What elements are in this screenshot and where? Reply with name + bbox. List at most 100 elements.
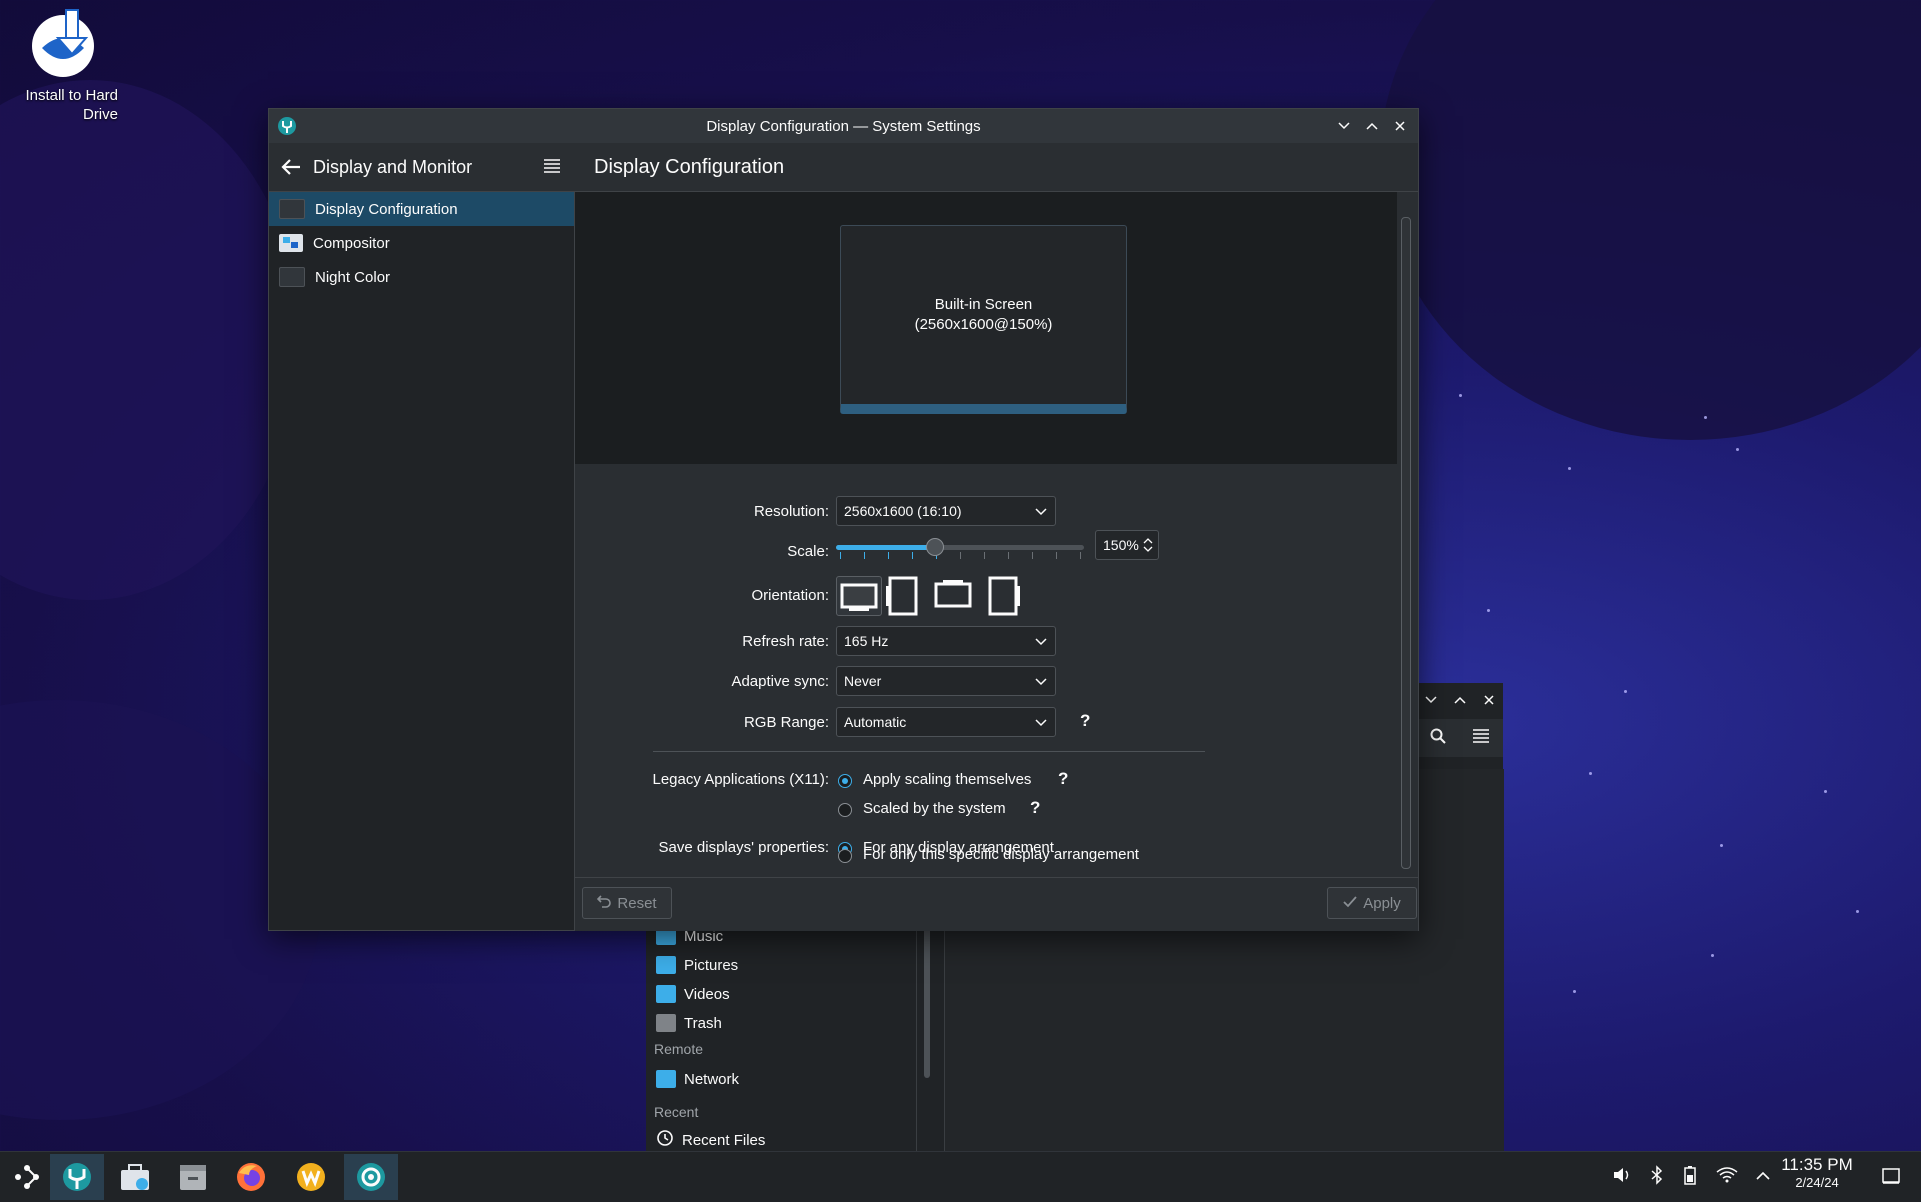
places-item-recent-files[interactable]: Recent Files [656, 1128, 765, 1152]
places-item-pictures[interactable]: Pictures [656, 953, 738, 977]
adaptive-sync-label: Adaptive sync: [731, 673, 829, 690]
sidebar-item-display-configuration[interactable]: Display Configuration [269, 192, 574, 226]
display-preview-area[interactable]: Built-in Screen (2560x1600@150%) [575, 192, 1397, 464]
trash-icon [656, 1014, 676, 1032]
scaled-by-system-label[interactable]: Scaled by the system [863, 800, 1006, 817]
form-separator [653, 751, 1205, 752]
show-desktop-icon[interactable] [1882, 1167, 1900, 1190]
places-item-trash[interactable]: Trash [656, 1011, 722, 1035]
clock[interactable]: 11:35 PM 2/24/24 [1772, 1155, 1862, 1190]
battery-icon[interactable] [1682, 1165, 1698, 1190]
chevron-down-icon [1035, 503, 1047, 522]
volume-icon[interactable] [1612, 1165, 1632, 1190]
sidebar-item-compositor[interactable]: Compositor [269, 226, 574, 260]
clock-date: 2/24/24 [1795, 1175, 1839, 1190]
slider-tick [1008, 552, 1009, 559]
legacy-apps-label: Legacy Applications (X11): [652, 771, 830, 788]
file-manager-titlebar [1416, 683, 1503, 717]
hamburger-menu-icon[interactable] [544, 159, 560, 173]
desktop-install-icon[interactable]: Install to Hard Drive [8, 8, 118, 123]
application-launcher-icon[interactable] [0, 1154, 54, 1200]
reset-button[interactable]: Reset [582, 887, 672, 919]
orientation-landscape-flipped-button[interactable] [931, 576, 975, 614]
places-item-videos[interactable]: Videos [656, 982, 730, 1006]
save-properties-label: Save displays' properties: [658, 839, 829, 856]
rgb-range-help-icon[interactable]: ? [1080, 711, 1090, 731]
rgb-range-select[interactable]: Automatic [836, 707, 1056, 737]
system-settings-icon [277, 116, 297, 136]
content-scrollbar[interactable] [1399, 217, 1411, 869]
slider-tick [864, 552, 865, 559]
back-arrow-icon[interactable] [281, 158, 301, 176]
chevron-down-icon [1035, 633, 1047, 652]
system-tray [1612, 1152, 1770, 1202]
firefox-icon[interactable] [224, 1154, 278, 1200]
minimize-icon[interactable] [1334, 116, 1354, 136]
system-settings-icon[interactable] [50, 1154, 104, 1200]
orientation-label: Orientation: [751, 587, 829, 604]
orientation-portrait-right-button[interactable] [986, 576, 1020, 616]
dialog-footer: Reset Apply [575, 877, 1418, 931]
slider-tick [888, 552, 889, 559]
wifi-icon[interactable] [1716, 1166, 1738, 1189]
places-panel: Music Pictures Videos Trash Remote Netwo… [646, 927, 917, 1153]
apply-scaling-themselves-label[interactable]: Apply scaling themselves [863, 771, 1031, 788]
slider-tick [912, 552, 913, 559]
refresh-rate-select[interactable]: 165 Hz [836, 626, 1056, 656]
slider-handle[interactable] [926, 538, 945, 556]
radio-scaled-by-system[interactable] [838, 803, 852, 817]
maximize-icon[interactable] [1450, 690, 1470, 710]
wps-icon[interactable] [284, 1154, 338, 1200]
rgb-range-label: RGB Range: [743, 714, 829, 731]
screen-mode: (2560x1600@150%) [914, 316, 1053, 333]
close-icon[interactable] [1390, 116, 1410, 136]
radio-specific-arrangement[interactable] [838, 849, 852, 863]
checkmark-icon [1343, 895, 1357, 912]
apply-button[interactable]: Apply [1327, 887, 1417, 919]
sidebar-item-night-color[interactable]: Night Color [269, 260, 574, 294]
places-scrollbar[interactable] [924, 928, 930, 1078]
sidebar-back-label[interactable]: Display and Monitor [313, 157, 472, 178]
resolution-select[interactable]: 2560x1600 (16:10) [836, 496, 1056, 526]
slider-tick [1056, 552, 1057, 559]
places-header-recent: Recent [654, 1104, 699, 1120]
adaptive-sync-select[interactable]: Never [836, 666, 1056, 696]
radio-apply-scaling-themselves[interactable] [838, 774, 852, 788]
minimize-icon[interactable] [1421, 690, 1441, 710]
steam-capture-icon[interactable] [344, 1154, 398, 1200]
screen-name: Built-in Screen [934, 296, 1033, 313]
chevron-down-icon [1035, 673, 1047, 692]
scale-spinbox[interactable]: 150% [1095, 530, 1159, 560]
discover-icon[interactable] [108, 1154, 162, 1200]
file-manager-toolbar [1416, 719, 1503, 757]
scale-slider[interactable] [836, 534, 1084, 564]
maximize-icon[interactable] [1362, 116, 1382, 136]
orientation-portrait-left-button[interactable] [886, 576, 920, 616]
orientation-landscape-button[interactable] [836, 576, 882, 616]
chevron-up-icon[interactable] [1756, 1168, 1770, 1186]
network-folder-icon [656, 1070, 676, 1088]
legacy-scaled-help-icon[interactable]: ? [1030, 798, 1040, 818]
search-icon[interactable] [1430, 728, 1446, 749]
slider-tick [1080, 552, 1081, 559]
spin-arrows-icon[interactable] [1142, 535, 1154, 558]
places-item-network[interactable]: Network [656, 1067, 739, 1091]
scrollbar-thumb[interactable] [1401, 217, 1411, 869]
monitor-icon [279, 199, 305, 219]
specific-arrangement-label[interactable]: For only this specific display arrangeme… [863, 846, 1139, 863]
close-icon[interactable] [1479, 690, 1499, 710]
hamburger-menu-icon[interactable] [1473, 728, 1490, 748]
content-header: Display Configuration [574, 143, 1418, 192]
clock-time: 11:35 PM [1781, 1155, 1853, 1174]
file-manager-icon[interactable] [166, 1154, 220, 1200]
compositor-icon [279, 234, 303, 252]
screen-preview[interactable]: Built-in Screen (2560x1600@150%) [840, 225, 1127, 414]
resolution-label: Resolution: [753, 503, 829, 520]
page-title: Display Configuration [594, 155, 785, 178]
bluetooth-icon[interactable] [1650, 1164, 1664, 1190]
system-settings-window[interactable]: Display Configuration — System Settings … [268, 108, 1419, 931]
window-titlebar[interactable]: Display Configuration — System Settings [269, 109, 1418, 143]
legacy-apply-help-icon[interactable]: ? [1058, 769, 1068, 789]
slider-tick [840, 552, 841, 559]
sidebar-header: Display and Monitor [269, 143, 574, 192]
